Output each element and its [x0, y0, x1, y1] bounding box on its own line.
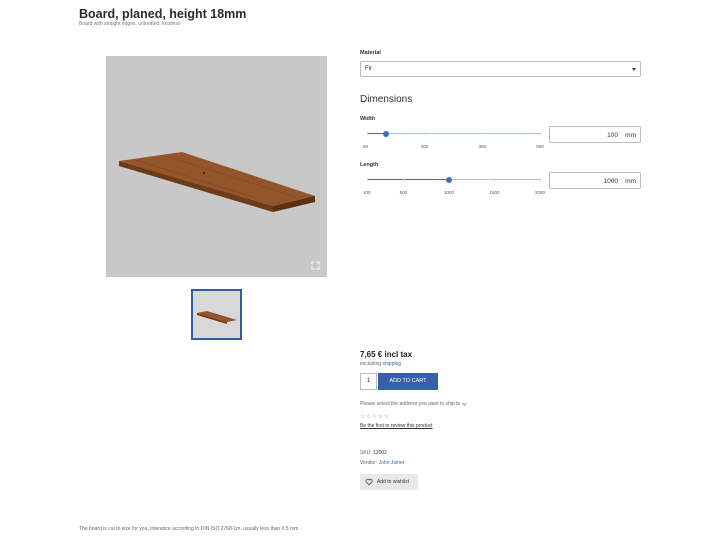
- length-input[interactable]: 1000 mm: [549, 172, 641, 189]
- product-image[interactable]: [106, 56, 327, 277]
- vendor-label: Vendor:: [360, 460, 378, 466]
- slider-handle[interactable]: [383, 131, 390, 137]
- vendor-line: Vendor: John Joiner: [360, 460, 405, 466]
- tick-label: 100: [363, 190, 371, 195]
- rating-stars: ☆☆☆☆☆: [360, 414, 390, 420]
- tick-label: 1500: [489, 190, 500, 195]
- fullscreen-icon[interactable]: [311, 261, 320, 270]
- tax-note: excluding shipping: [360, 361, 401, 367]
- width-value: 100: [607, 132, 618, 139]
- price: 7,65 € incl tax: [360, 350, 413, 359]
- add-to-cart-button[interactable]: ADD TO CART: [378, 373, 438, 390]
- chevron-down-icon: [461, 402, 467, 406]
- ship-note-text: Please select the address you want to sh…: [360, 401, 461, 407]
- slider-tick: [367, 132, 368, 135]
- tick-label: 200: [420, 144, 429, 149]
- footnote: The board is cut to size for you, tolera…: [79, 526, 300, 532]
- product-title: Board, planed, height 18mm: [79, 7, 247, 21]
- slider-tick: [403, 178, 405, 181]
- sku-value: 12002: [373, 450, 387, 456]
- tick-label: 500: [399, 190, 408, 195]
- width-input[interactable]: 100 mm: [549, 126, 641, 143]
- length-value: 1000: [603, 178, 618, 185]
- chevron-down-icon: [632, 68, 636, 71]
- slider-track: [367, 133, 540, 134]
- quantity-input[interactable]: 1: [360, 373, 377, 390]
- thumbnail-image: [197, 311, 237, 324]
- review-link[interactable]: Be the first to review this product: [360, 423, 433, 429]
- ship-address-selector[interactable]: Please select the address you want to sh…: [360, 401, 467, 407]
- shipping-link[interactable]: shipping: [383, 361, 402, 367]
- dimensions-title: Dimensions: [360, 94, 413, 105]
- tick-label: 350: [478, 144, 487, 149]
- product-subtitle: Board with straight edges, untreated, kn…: [79, 21, 181, 27]
- slider-tick: [494, 178, 496, 181]
- tax-prefix: excluding: [360, 361, 382, 367]
- length-unit: mm: [625, 178, 636, 185]
- add-to-wishlist-button[interactable]: Add to wishlist: [360, 474, 418, 490]
- width-label: Width: [360, 116, 376, 122]
- slider-tick: [540, 178, 541, 181]
- slider-tick: [482, 132, 484, 135]
- slider-fill: [367, 179, 449, 180]
- board-image: [119, 152, 315, 212]
- slider-handle[interactable]: [445, 177, 452, 183]
- slider-tick: [424, 132, 426, 135]
- tick-label: 500: [536, 144, 544, 149]
- length-slider[interactable]: [367, 177, 541, 183]
- tick-label: 50: [363, 144, 369, 149]
- length-label: Length: [360, 162, 379, 168]
- vendor-link[interactable]: John Joiner: [379, 460, 405, 466]
- width-slider[interactable]: [367, 131, 541, 137]
- material-select[interactable]: Fir: [360, 61, 641, 77]
- wishlist-label: Add to wishlist: [377, 479, 409, 485]
- slider-tick: [540, 132, 541, 135]
- thumbnail[interactable]: [191, 289, 242, 340]
- material-label: Material: [360, 50, 381, 56]
- slider-tick: [367, 178, 368, 181]
- material-value: Fir: [365, 66, 372, 72]
- heart-icon: [365, 478, 373, 486]
- tick-label: 1000: [443, 190, 454, 195]
- sku-label: SKU:: [360, 450, 372, 456]
- sku-line: SKU: 12002: [360, 450, 387, 456]
- width-unit: mm: [625, 132, 636, 139]
- tick-label: 2000: [534, 190, 546, 195]
